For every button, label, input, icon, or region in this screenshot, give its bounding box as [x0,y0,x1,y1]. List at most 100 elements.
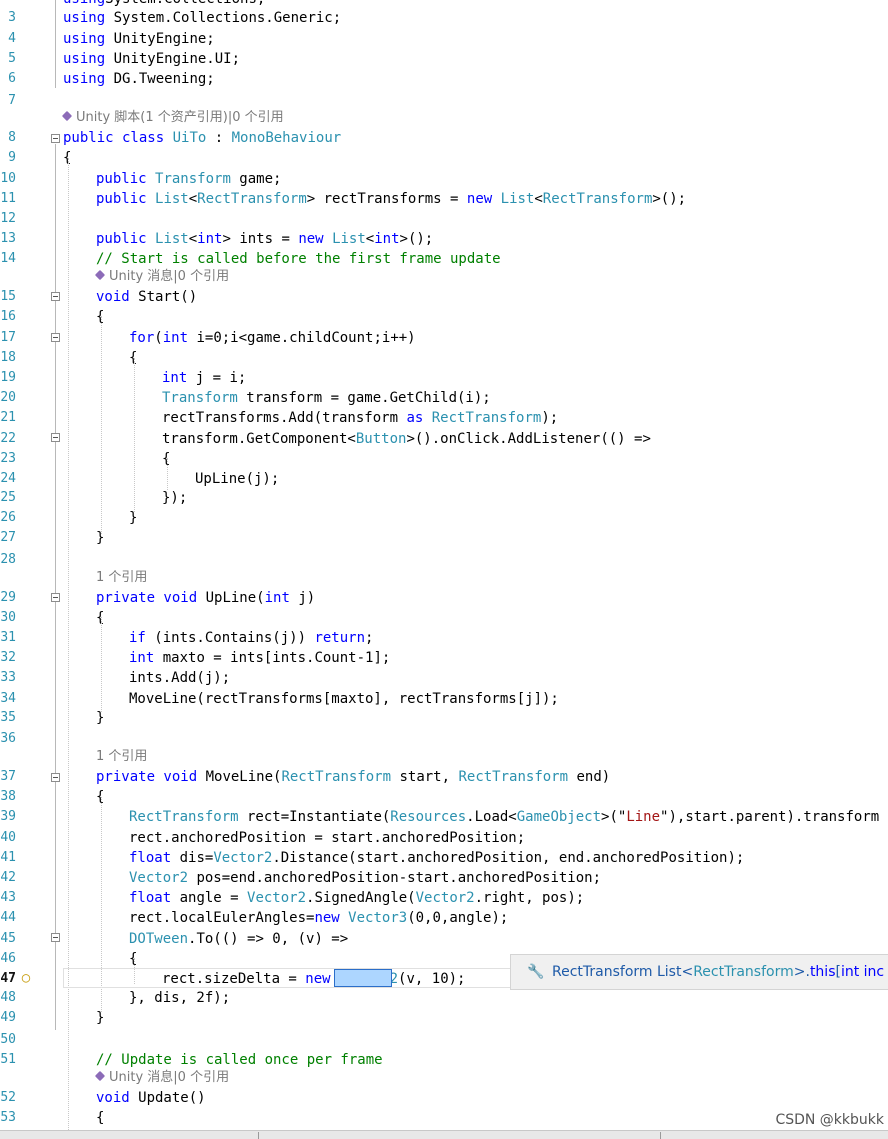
code-token: DOTween [129,931,188,947]
code-line[interactable]: int maxto = ints[ints.Count-1]; [129,648,390,668]
fold-toggle[interactable] [51,433,60,442]
code-token: Vector2 [213,850,272,866]
code-line[interactable]: transform.GetComponent<Button>().onClick… [162,429,651,449]
code-token [147,171,155,187]
wrench-icon: 🔧 [527,955,544,989]
code-line[interactable]: rect.anchoredPosition = start.anchoredPo… [129,828,525,848]
line-number: 43 [0,888,16,908]
code-token: RectTransform [543,191,653,207]
indent-guide [101,316,102,534]
code-line[interactable]: rectTransforms.Add(transform as RectTran… [162,408,558,428]
fold-toggle[interactable] [51,773,60,782]
code-line[interactable]: // Update is called once per frame [96,1050,383,1070]
codelens-reference[interactable]: Unity 脚本(1 个资产引用)|0 个引用 [63,108,284,128]
code-line[interactable]: public Transform game; [96,169,281,189]
code-line[interactable]: Vector2 pos=end.anchoredPosition-start.a… [129,868,601,888]
indent-guide [167,458,168,490]
code-line[interactable]: public List<RectTransform> rectTransform… [96,189,686,209]
code-token: using [63,51,105,67]
code-line[interactable]: UpLine(j); [195,469,279,489]
codelens-text: Unity 消息|0 个引用 [109,1070,229,1085]
codelens-text: 1 个引用 [96,749,147,764]
code-token: start, [391,769,458,785]
code-token: ); [541,410,558,426]
codelens-reference[interactable]: Unity 消息|0 个引用 [96,267,229,287]
indent-guide [134,358,135,512]
code-line[interactable]: rect.localEulerAngles=new Vector3(0,0,an… [129,908,508,928]
code-token: j) [290,590,315,606]
code-line[interactable]: { [96,1108,104,1128]
code-token: DG.Tweening; [105,71,215,87]
code-line[interactable]: private void UpLine(int j) [96,588,315,608]
code-token: using [63,0,105,7]
code-token: } [129,510,137,526]
codelens-reference[interactable]: 1 个引用 [96,568,147,588]
code-line[interactable]: ints.Add(j); [129,668,230,688]
code-line[interactable]: RectTransform rect=Instantiate(Resources… [129,807,888,827]
line-number: 11 [0,189,16,209]
fold-toggle[interactable] [51,292,60,301]
code-token: if [129,630,146,646]
code-token: UiTo [173,130,207,146]
code-line[interactable]: using UnityEngine; [63,29,215,49]
code-token: for [129,330,154,346]
codelens-reference[interactable]: Unity 消息|0 个引用 [96,1068,229,1088]
code-token: rect.anchoredPosition = start.anchoredPo… [129,830,525,846]
code-token: List [155,191,189,207]
line-number: 20 [0,388,16,408]
code-token: ( [154,330,162,346]
code-line[interactable]: float angle = Vector2.SignedAngle(Vector… [129,888,584,908]
code-token: int [265,590,290,606]
code-line[interactable]: DOTween.To(() => 0, (v) => [129,929,348,949]
code-line[interactable]: private void MoveLine(RectTransform star… [96,767,610,787]
code-token: RectTransform [281,769,391,785]
code-line[interactable]: if (ints.Contains(j)) return; [129,628,373,648]
code-token: (" [609,809,626,825]
code-line[interactable]: int j = i; [162,368,246,388]
code-line[interactable]: public class UiTo : MonoBehaviour [63,128,341,148]
code-line[interactable]: }); [162,488,187,508]
code-token: // Start is called before the first fram… [96,251,501,267]
fold-toggle[interactable] [51,933,60,942]
code-line[interactable]: Transform transform = game.GetChild(i); [162,388,491,408]
code-token: private void [96,769,197,785]
fold-toggle[interactable] [51,333,60,342]
fold-toggle[interactable] [51,593,60,602]
code-token: public [96,171,147,187]
code-line[interactable]: public List<int> ints = new List<int>(); [96,229,433,249]
code-token: dis= [171,850,213,866]
code-token: end) [568,769,610,785]
codelens-reference[interactable]: 1 个引用 [96,747,147,767]
code-line[interactable]: void Start() [96,287,197,307]
lightbulb-icon[interactable]: ○ [18,969,34,987]
code-token [340,910,348,926]
line-number: 8 [0,128,16,148]
line-number: 34 [0,689,16,709]
code-line[interactable]: for(int i=0;i<game.childCount;i++) [129,328,416,348]
code-token [164,130,172,146]
line-number: 14 [0,249,16,269]
code-line[interactable]: using UnityEngine.UI; [63,49,240,69]
line-number: 48 [0,988,16,1008]
code-token: } [96,1010,104,1026]
code-line[interactable]: using System.Collections.Generic; [63,8,341,28]
code-token: GameObject [517,809,601,825]
code-token: >(); [400,231,434,247]
line-number: 13 [0,229,16,249]
line-number: 35 [0,708,16,728]
fold-guide [55,443,56,494]
code-line[interactable]: MoveLine(rectTransforms[maxto], rectTran… [129,689,559,709]
code-token: .To(() => 0, (v) => [188,931,348,947]
code-token: int [129,650,154,666]
code-token: rect=Instantiate( [239,809,391,825]
code-line[interactable]: void Update() [96,1088,206,1108]
fold-toggle[interactable] [51,134,60,143]
code-token: (ints.Contains(j)) [146,630,315,646]
code-token: .right, pos); [475,890,585,906]
code-line[interactable]: using DG.Tweening; [63,69,215,89]
code-token [147,191,155,207]
code-line[interactable]: // Start is called before the first fram… [96,249,501,269]
code-line[interactable]: float dis=Vector2.Distance(start.anchore… [129,848,744,868]
code-line[interactable]: }, dis, 2f); [129,988,230,1008]
code-token [492,191,500,207]
